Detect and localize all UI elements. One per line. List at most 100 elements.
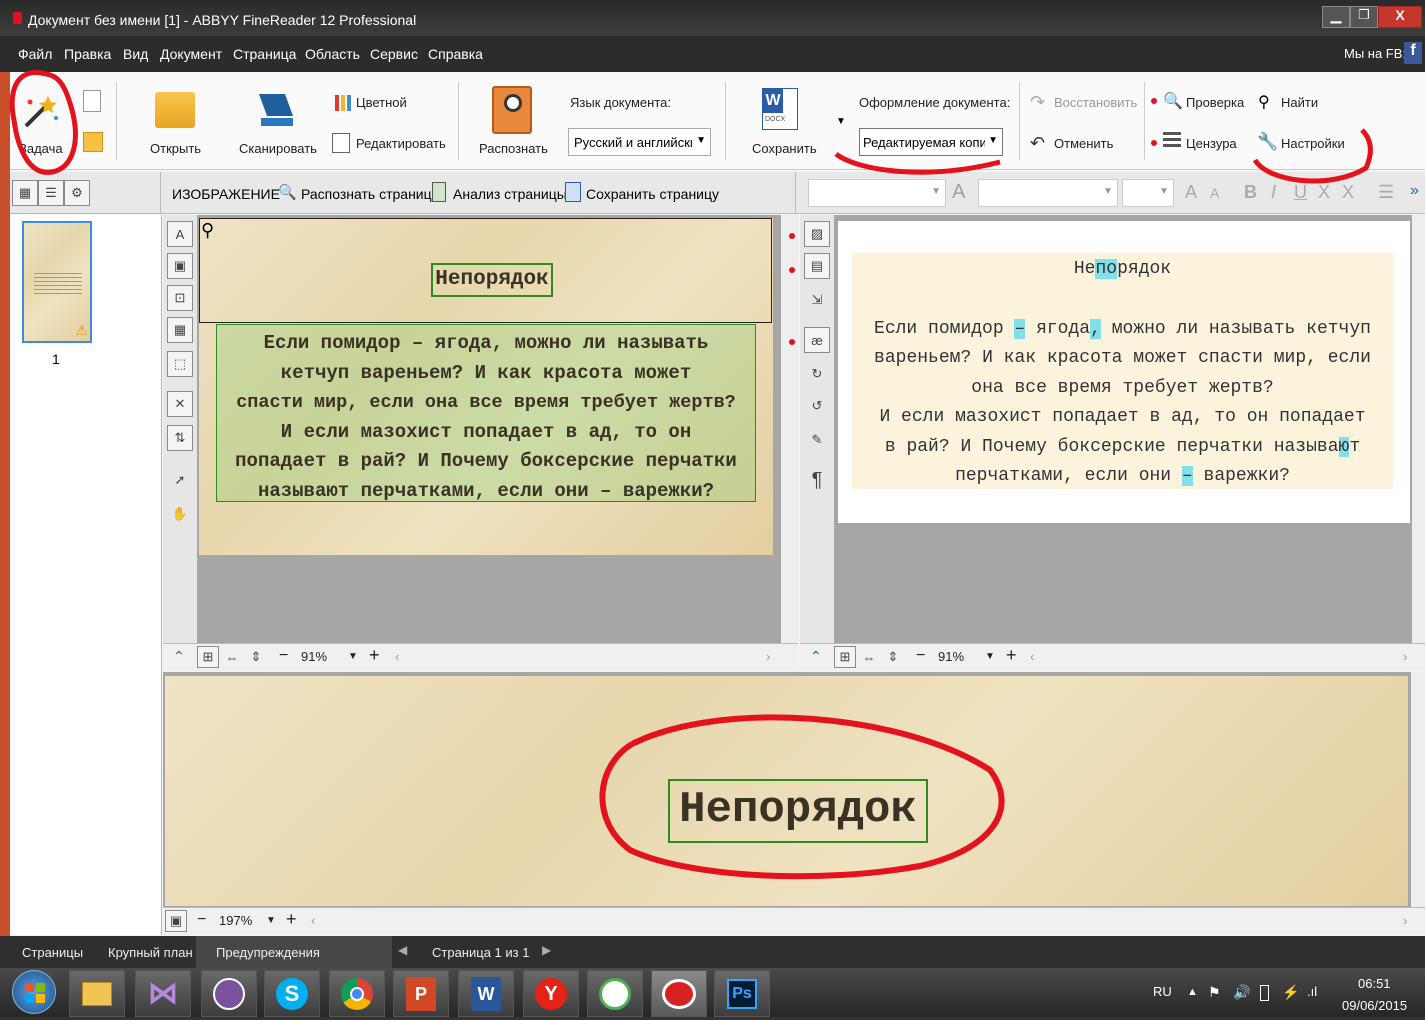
censor-icon[interactable] (1163, 132, 1181, 150)
scanner-icon[interactable] (255, 90, 295, 130)
clock-time[interactable]: 06:51 (1358, 976, 1391, 991)
chevron-down-icon[interactable]: ▼ (266, 915, 276, 926)
closeup-zoom-value[interactable]: 197% (219, 913, 252, 928)
pilcrow-icon[interactable]: ¶ (804, 467, 830, 493)
language-select[interactable]: Русский и английски ▼ (568, 128, 711, 156)
export-icon[interactable]: ⇲ (804, 287, 830, 313)
powerpoint-icon[interactable]: P (393, 970, 449, 1017)
copy-format-icon[interactable]: ↻ (804, 361, 830, 387)
chevron-down-icon[interactable]: ▼ (985, 651, 995, 662)
collapse-up-icon[interactable]: ⌃ (173, 648, 185, 665)
tab-warnings[interactable]: Предупреждения (196, 936, 392, 968)
fit-page-icon[interactable]: ⊞ (197, 646, 219, 668)
verify-button[interactable]: Проверка (1186, 95, 1244, 110)
explorer-icon[interactable] (69, 970, 125, 1017)
color-icon[interactable] (334, 94, 352, 112)
scan-button[interactable]: Сканировать (239, 141, 317, 156)
recognize-page-button[interactable]: Распознать страницу (301, 186, 439, 202)
font-size-select[interactable]: ▼ (1122, 179, 1174, 207)
clock-date[interactable]: 09/06/2015 (1342, 998, 1407, 1013)
recognition-area-body[interactable]: Если помидор – ягода, можно ли называть … (216, 324, 756, 502)
hand-tool-icon[interactable]: ✋ (167, 501, 193, 527)
menu-view[interactable]: Вид (123, 46, 148, 62)
page-settings-icon[interactable]: ⚙ (64, 180, 90, 206)
open-button[interactable]: Открыть (150, 141, 201, 156)
chrome-icon[interactable] (329, 970, 385, 1017)
scroll-right-icon[interactable]: › (1403, 649, 1407, 664)
text-area-tool-icon[interactable]: A (167, 221, 193, 247)
bold-icon[interactable]: B (1244, 182, 1257, 203)
recognize-page-icon[interactable]: 🔍 (278, 183, 297, 201)
analyze-page-button[interactable]: Анализ страницы (453, 186, 567, 202)
start-button[interactable] (12, 970, 56, 1014)
zoom-out-button[interactable]: − (916, 647, 925, 665)
open-small-icon[interactable] (83, 132, 103, 152)
menu-service[interactable]: Сервис (370, 46, 418, 62)
list-view-icon[interactable]: ☰ (38, 180, 64, 206)
zoom-out-button[interactable]: − (197, 911, 206, 929)
volume-icon[interactable]: 🔊 (1233, 984, 1250, 1001)
word-save-icon[interactable]: W DOCX (762, 88, 798, 130)
menu-document[interactable]: Документ (160, 46, 222, 62)
superscript-icon[interactable]: X (1318, 182, 1330, 203)
text-block[interactable]: Непорядок Если помидор – ягода, можно ли… (852, 253, 1393, 489)
edit-image-icon[interactable] (332, 133, 350, 153)
heading-text-block[interactable]: Непорядок (431, 263, 553, 297)
grid-view-icon[interactable]: ▦ (12, 180, 38, 206)
battery-icon[interactable] (1260, 985, 1269, 1001)
save-dropdown-icon[interactable]: ▼ (836, 116, 846, 127)
find-button[interactable]: Найти (1281, 95, 1318, 110)
fit-height-icon[interactable]: ⇕ (882, 646, 904, 668)
table-area-tool-icon[interactable]: ▦ (167, 317, 193, 343)
tab-pages[interactable]: Страницы (22, 945, 83, 960)
next-page-icon[interactable]: ▶ (542, 943, 551, 957)
recognize-button[interactable]: Распознать (479, 141, 548, 156)
background-picture-tool-icon[interactable]: ⊡ (167, 285, 193, 311)
font-style-icon[interactable]: A (952, 181, 965, 204)
scroll-left-icon[interactable]: ‹ (395, 649, 399, 664)
menu-area[interactable]: Область (305, 46, 360, 62)
keyboard-language[interactable]: RU (1153, 984, 1172, 999)
menu-help[interactable]: Справка (428, 46, 483, 62)
censor-button[interactable]: Цензура (1186, 136, 1237, 151)
save-page-button[interactable]: Сохранить страницу (586, 186, 719, 202)
binoculars-icon[interactable]: ⚲ (1258, 92, 1270, 112)
picture-area-tool-icon[interactable]: ▣ (167, 253, 193, 279)
replace-icon[interactable]: ↺ (804, 393, 830, 419)
network-icon[interactable]: ⚡ (1282, 984, 1299, 1001)
decrease-font-icon[interactable]: A (1210, 185, 1219, 201)
order-areas-tool-icon[interactable]: ⇅ (167, 425, 193, 451)
prev-page-icon[interactable]: ◀ (398, 943, 407, 957)
zoom-in-button[interactable]: + (286, 909, 297, 930)
maximize-button[interactable]: ❐ (1350, 6, 1378, 28)
task-button-label[interactable]: Задача (19, 141, 63, 156)
finereader-task-icon[interactable] (651, 970, 707, 1017)
more-icon[interactable]: » (1410, 182, 1419, 200)
facebook-icon[interactable]: f (1404, 42, 1422, 64)
fit-width-icon[interactable]: ⇔ (221, 646, 243, 668)
verify-icon[interactable]: 🔍 (1163, 91, 1183, 111)
undo-button[interactable]: Отменить (1054, 136, 1113, 151)
viber-icon[interactable] (201, 970, 257, 1017)
select-area-tool-icon[interactable]: ⬚ (167, 351, 193, 377)
signal-icon[interactable]: .ıl (1307, 984, 1317, 999)
italic-icon[interactable]: I (1271, 182, 1276, 203)
flag-icon[interactable]: ⚑ (1208, 984, 1221, 1001)
undo-icon[interactable]: ↶ (1030, 133, 1045, 154)
delete-area-tool-icon[interactable]: ✕ (167, 391, 193, 417)
font-family-select[interactable]: ▼ (978, 179, 1118, 207)
pointer-tool-icon[interactable]: ➚ (167, 467, 193, 493)
color-button[interactable]: Цветной (356, 95, 407, 110)
zoom-in-button[interactable]: + (1006, 645, 1017, 666)
menu-edit[interactable]: Правка (64, 46, 111, 62)
collapse-up-icon[interactable]: ⌃ (810, 648, 822, 665)
closeup-fit-icon[interactable]: ▣ (165, 910, 187, 932)
fit-height-icon[interactable]: ⇕ (245, 646, 267, 668)
save-page-icon[interactable] (565, 182, 581, 202)
skype-icon[interactable]: S (264, 970, 320, 1017)
format-select[interactable]: Редактируемая копия ▼ (859, 128, 1003, 156)
spell-check-icon[interactable]: æ (804, 327, 830, 353)
folder-icon[interactable] (155, 92, 195, 128)
closeup-heading-block[interactable]: Непорядок (668, 779, 928, 843)
word-icon[interactable]: W (458, 970, 514, 1017)
